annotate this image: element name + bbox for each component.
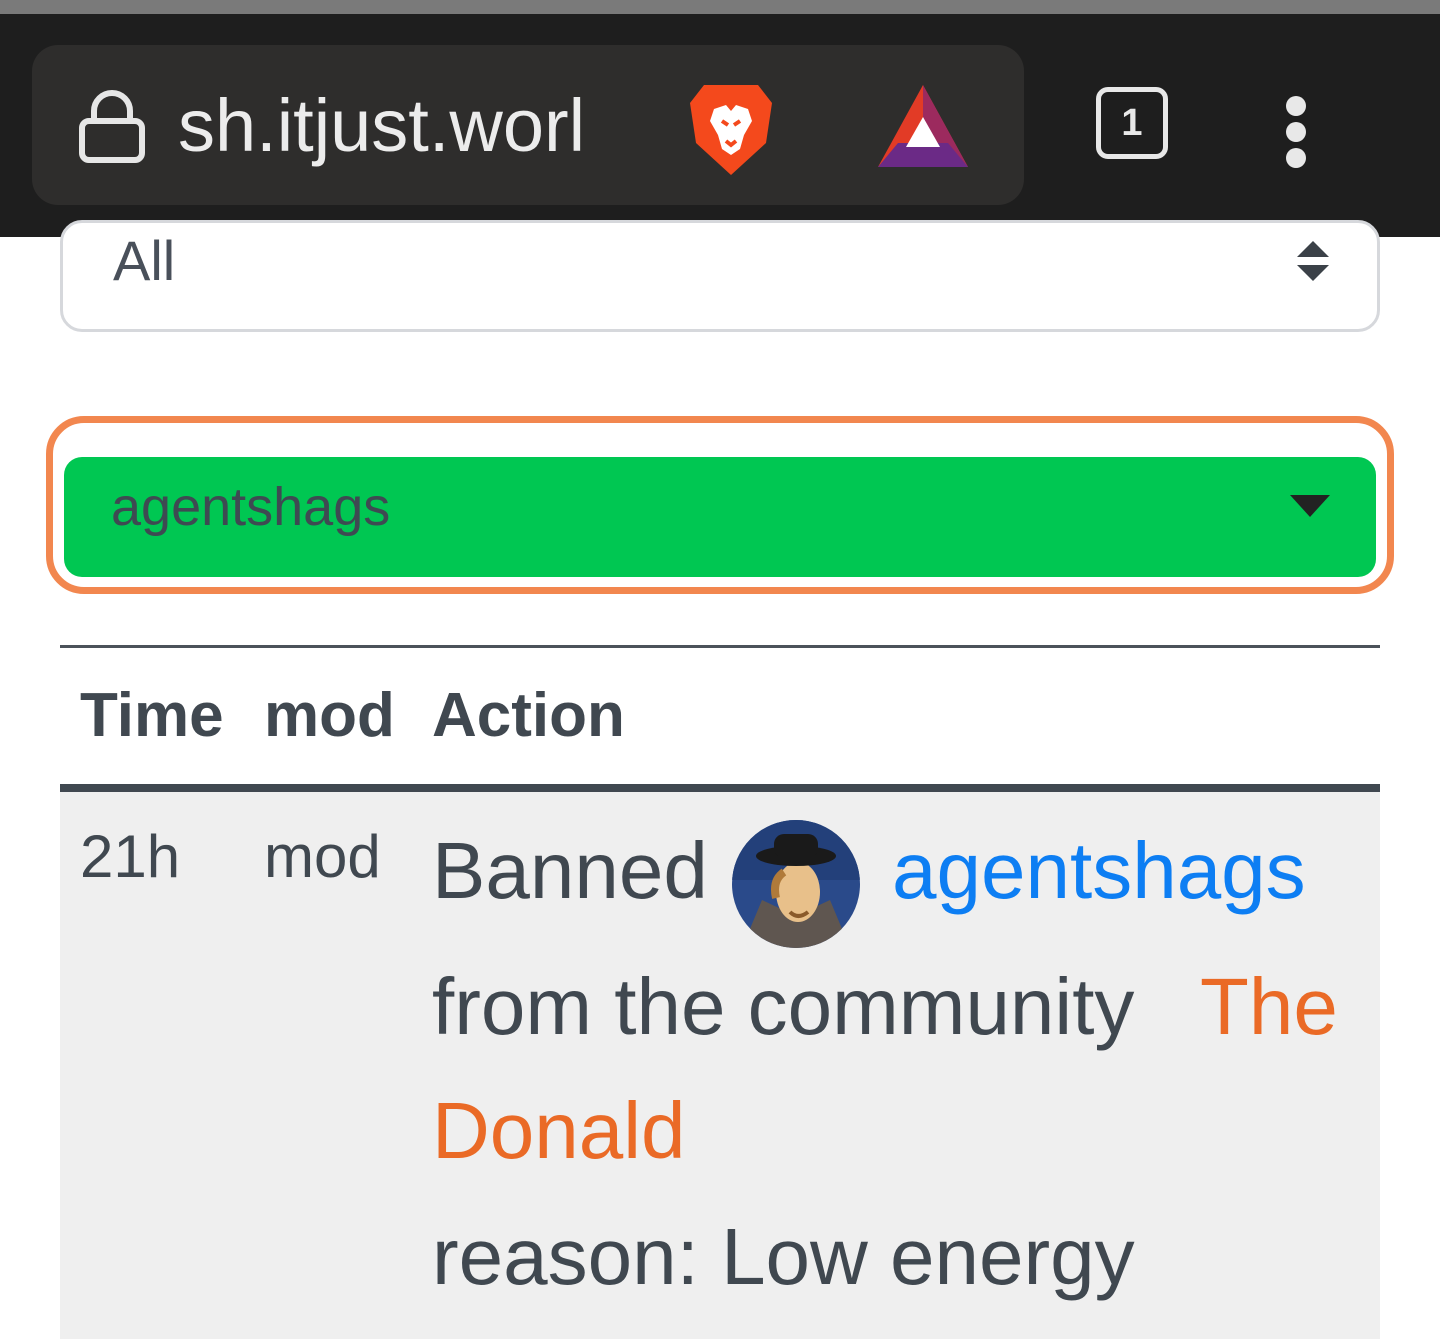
action-type-select-value: All (113, 229, 176, 292)
browser-toolbar: sh.itjust.worl 1 (0, 14, 1440, 237)
ban-reason: reason: Low energy (432, 1212, 1135, 1301)
tab-switcher-icon[interactable]: 1 (1096, 87, 1168, 159)
address-bar[interactable]: sh.itjust.worl (32, 45, 1024, 205)
header-mod: mod (264, 681, 395, 750)
lock-icon[interactable] (78, 89, 146, 163)
avatar[interactable] (732, 820, 860, 948)
status-strip (0, 0, 1440, 14)
banned-user-link[interactable]: agentshags (892, 826, 1306, 916)
brave-lion-icon[interactable] (686, 81, 776, 177)
action-verb: Banned (432, 826, 708, 915)
action-from-text: from the community (432, 962, 1135, 1051)
bat-rewards-icon[interactable] (876, 83, 970, 169)
community-link-part1[interactable]: The (1200, 962, 1338, 1052)
row-time: 21h (80, 823, 181, 890)
header-time: Time (80, 681, 224, 750)
action-type-select[interactable]: All (60, 220, 1380, 332)
header-action: Action (432, 681, 625, 750)
overflow-menu-icon[interactable] (1276, 96, 1316, 178)
select-updown-icon (1297, 241, 1329, 281)
user-filter-select-value: agentshags (111, 477, 391, 537)
community-link-part2[interactable]: Donald (432, 1086, 686, 1176)
chevron-down-icon (1290, 495, 1330, 517)
url-text[interactable]: sh.itjust.worl (178, 85, 644, 167)
table-top-border (60, 645, 1380, 648)
table-header-border (60, 784, 1380, 792)
row-mod[interactable]: mod (264, 822, 381, 892)
user-filter-select[interactable]: agentshags (64, 457, 1376, 577)
